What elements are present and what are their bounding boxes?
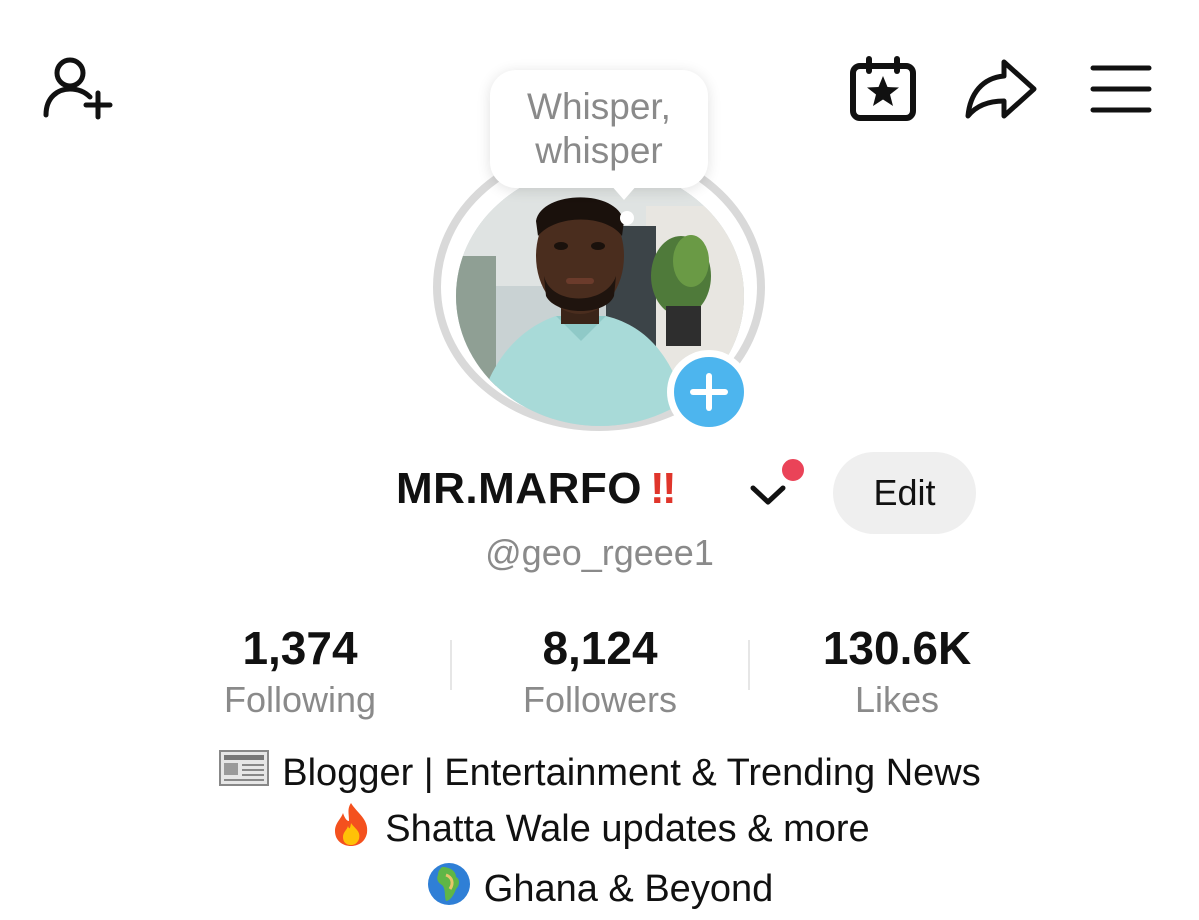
stat-followers[interactable]: 8,124 Followers — [450, 620, 750, 724]
note-text: Whisper, whisper — [527, 86, 671, 171]
username-handle: @geo_rgeee1 — [485, 532, 714, 573]
globe-africa-emoji — [426, 861, 472, 920]
fire-emoji — [329, 801, 373, 861]
bio-text: Blogger | Entertainment & Trending News — [282, 752, 981, 794]
stat-value: 1,374 — [242, 622, 358, 674]
share-button[interactable] — [964, 56, 1038, 122]
calendar-star-icon — [850, 56, 916, 121]
chevron-down-icon — [750, 485, 786, 505]
note-bubble[interactable]: Whisper, whisper — [490, 70, 708, 188]
note-bubble-tail — [610, 184, 638, 200]
bio-line: Blogger | Entertainment & Trending News — [0, 748, 1199, 801]
bio-text: Shatta Wale updates & more — [385, 808, 870, 850]
add-friend-button[interactable] — [40, 55, 116, 125]
stat-value: 8,124 — [542, 622, 658, 674]
share-arrow-icon — [965, 59, 1037, 119]
note-bubble-dot — [620, 211, 634, 225]
stat-label: Following — [223, 679, 377, 720]
double-exclamation-emoji: ‼ — [649, 464, 676, 513]
notification-dot — [780, 457, 806, 483]
edit-label: Edit — [873, 472, 936, 513]
stat-label: Likes — [854, 679, 940, 720]
hamburger-menu-icon — [1090, 65, 1152, 113]
menu-button[interactable] — [1088, 62, 1154, 116]
calendar-button[interactable] — [848, 56, 918, 122]
newspaper-emoji — [218, 749, 270, 801]
plus-icon — [690, 373, 728, 411]
bio: Blogger | Entertainment & Trending News … — [0, 748, 1199, 920]
stat-following[interactable]: 1,374 Following — [150, 620, 450, 724]
stat-value: 130.6K — [822, 622, 972, 674]
bio-line: Ghana & Beyond — [0, 861, 1199, 920]
display-name: MR.MARFO ‼ — [396, 464, 676, 514]
stat-likes[interactable]: 130.6K Likes — [747, 620, 1047, 724]
bio-text: Ghana & Beyond — [483, 868, 774, 910]
add-story-button[interactable] — [667, 350, 751, 434]
add-user-icon — [43, 57, 113, 120]
edit-profile-button[interactable]: Edit — [833, 452, 976, 534]
stat-label: Followers — [522, 679, 678, 720]
account-switch-button[interactable] — [748, 476, 788, 512]
display-name-text: MR.MARFO — [396, 464, 642, 513]
bio-line: Shatta Wale updates & more — [0, 801, 1199, 861]
profile-page: Whisper, whisper MR.MARFO ‼ Edit @geo_rge… — [0, 0, 1199, 920]
